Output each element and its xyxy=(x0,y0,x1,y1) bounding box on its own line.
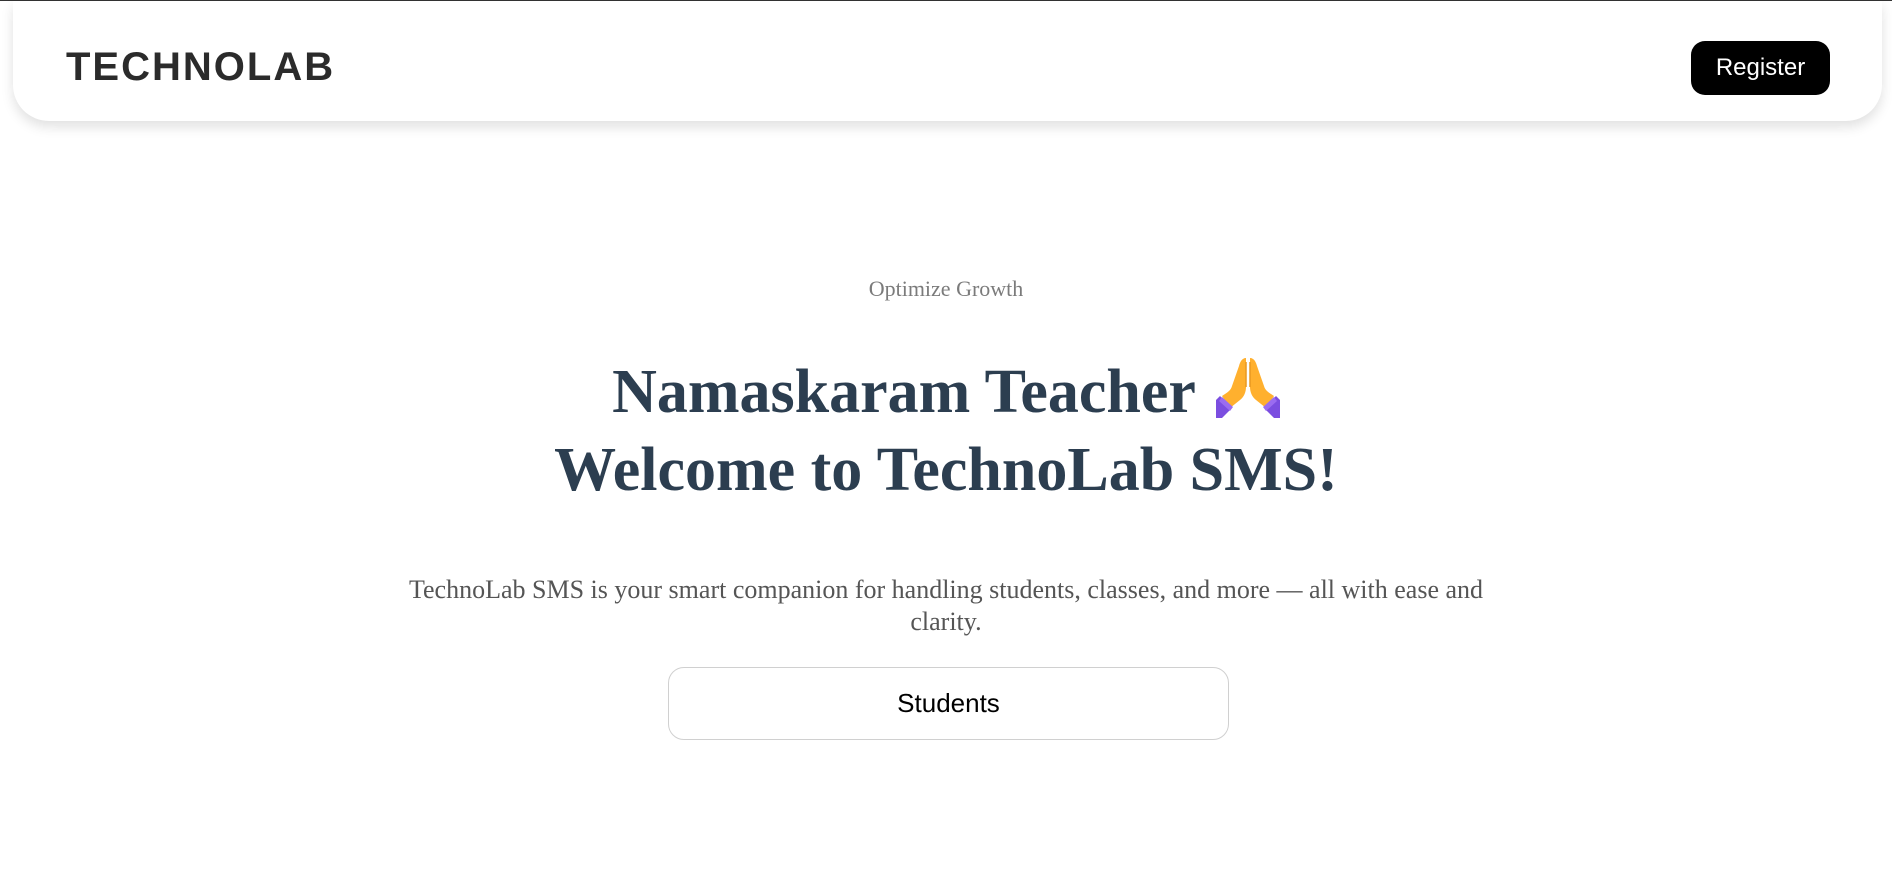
hero-tagline: Optimize Growth xyxy=(868,276,1024,301)
hero-headline: Namaskaram Teacher Welcome to TechnoLab … xyxy=(0,353,1892,509)
register-button[interactable]: Register xyxy=(1691,41,1830,95)
headline-line-2: Welcome to TechnoLab SMS! xyxy=(554,436,1338,504)
folded-hands-icon xyxy=(1215,356,1280,418)
brand-logo[interactable]: TECHNOLAB xyxy=(66,45,335,89)
greeting-text: Namaskaram Teacher xyxy=(612,358,1196,426)
headline-line-1: Namaskaram Teacher xyxy=(0,353,1892,431)
students-button[interactable]: Students xyxy=(668,667,1229,740)
navbar: TECHNOLAB Register xyxy=(13,1,1882,121)
hero-description: TechnoLab SMS is your smart companion fo… xyxy=(408,575,1484,636)
